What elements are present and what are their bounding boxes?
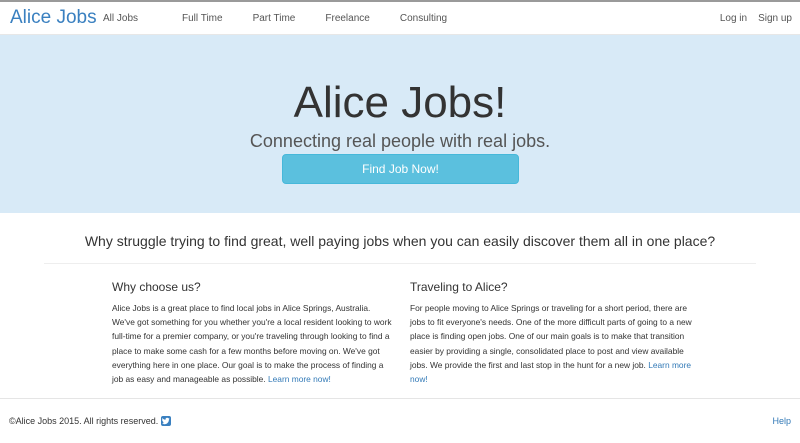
navbar: Alice Jobs All Jobs Full Time Part Time … — [0, 2, 800, 35]
footer: ©Alice Jobs 2015. All rights reserved. H… — [0, 399, 800, 443]
nav-links: All Jobs Full Time Part Time Freelance C… — [103, 2, 477, 35]
feature-heading: Why choose us? — [112, 280, 201, 294]
lead-text: Why struggle trying to find great, well … — [84, 233, 716, 249]
feature-body: Alice Jobs is a great place to find loca… — [112, 301, 392, 386]
hero-subtitle: Connecting real people with real jobs. — [249, 131, 551, 151]
nav-link-all-jobs[interactable]: All Jobs — [103, 2, 138, 35]
nav-link-part-time[interactable]: Part Time — [253, 2, 296, 35]
feature-why-choose-us: Why choose us? Alice Jobs is a great pla… — [112, 279, 392, 386]
hero-title: Alice Jobs! — [293, 78, 507, 127]
feature-body: For people moving to Alice Springs or tr… — [410, 301, 694, 386]
login-link[interactable]: Log in — [720, 13, 747, 24]
copyright: ©Alice Jobs 2015. All rights reserved. — [9, 414, 172, 428]
feature-body-text: Alice Jobs is a great place to find loca… — [112, 303, 392, 385]
nav-link-consulting[interactable]: Consulting — [400, 2, 447, 35]
twitter-icon[interactable] — [161, 416, 172, 426]
feature-traveling: Traveling to Alice? For people moving to… — [410, 279, 694, 386]
learn-more-link[interactable]: Learn more now! — [268, 374, 331, 384]
signup-link[interactable]: Sign up — [758, 13, 792, 24]
auth-links: Log in Sign up — [709, 2, 792, 35]
brand-logo[interactable]: Alice Jobs — [10, 6, 97, 30]
find-job-button[interactable]: Find Job Now! — [282, 154, 519, 184]
hero-section: Alice Jobs! Connecting real people with … — [0, 35, 800, 213]
help-link[interactable]: Help — [772, 414, 791, 428]
feature-heading: Traveling to Alice? — [410, 280, 508, 294]
nav-link-freelance[interactable]: Freelance — [325, 2, 369, 35]
divider — [44, 263, 756, 264]
copyright-text: ©Alice Jobs 2015. All rights reserved. — [9, 416, 159, 426]
nav-link-full-time[interactable]: Full Time — [182, 2, 223, 35]
